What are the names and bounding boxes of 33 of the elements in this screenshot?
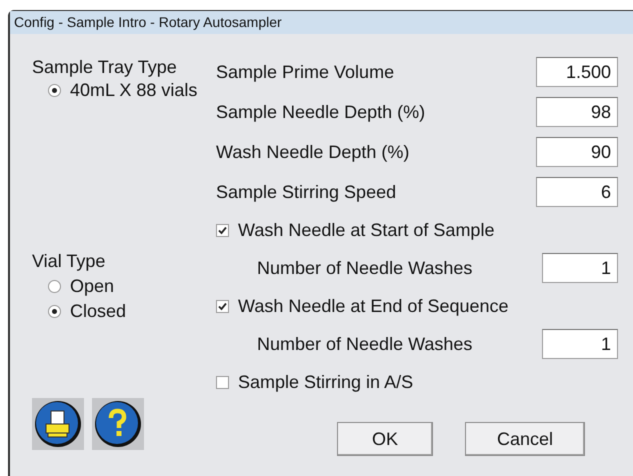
checkbox-label: Wash Needle at End of Sequence: [238, 294, 509, 318]
radio-label: Closed: [70, 300, 126, 323]
radio-label: 40mL X 88 vials: [70, 79, 198, 102]
field-label: Sample Needle Depth (%): [216, 100, 426, 124]
number-field[interactable]: 1: [542, 253, 618, 283]
field-label: Sample Prime Volume: [216, 60, 394, 84]
help-icon: [94, 400, 142, 448]
group-label: Vial Type: [32, 250, 106, 273]
cancel-button[interactable]: Cancel: [465, 422, 585, 456]
checkbox[interactable]: [216, 300, 229, 312]
checkbox[interactable]: [216, 224, 229, 236]
help-button[interactable]: [92, 398, 144, 450]
radio-button[interactable]: [48, 84, 61, 97]
field-label: Number of Needle Washes: [257, 332, 472, 356]
number-field[interactable]: 98: [536, 97, 618, 127]
radio-label: Open: [70, 275, 114, 298]
checkbox-label: Sample Stirring in A/S: [238, 370, 414, 394]
printer-icon: [34, 400, 82, 448]
print-button[interactable]: [32, 398, 84, 450]
field-label: Wash Needle Depth (%): [216, 140, 410, 164]
radio-button[interactable]: [48, 305, 61, 318]
field-label: Number of Needle Washes: [257, 256, 472, 280]
ok-button[interactable]: OK: [337, 422, 433, 456]
number-field[interactable]: 1.500: [536, 57, 618, 87]
radio-button[interactable]: [48, 280, 61, 293]
checkbox[interactable]: [216, 376, 229, 388]
window-title: Config - Sample Intro - Rotary Autosampler: [14, 13, 282, 32]
field-label: Sample Stirring Speed: [216, 180, 396, 204]
number-field[interactable]: 6: [536, 177, 618, 207]
group-label: Sample Tray Type: [32, 56, 178, 78]
number-field[interactable]: 90: [536, 137, 618, 167]
checkbox-label: Wash Needle at Start of Sample: [238, 218, 494, 242]
number-field[interactable]: 1: [542, 329, 618, 359]
